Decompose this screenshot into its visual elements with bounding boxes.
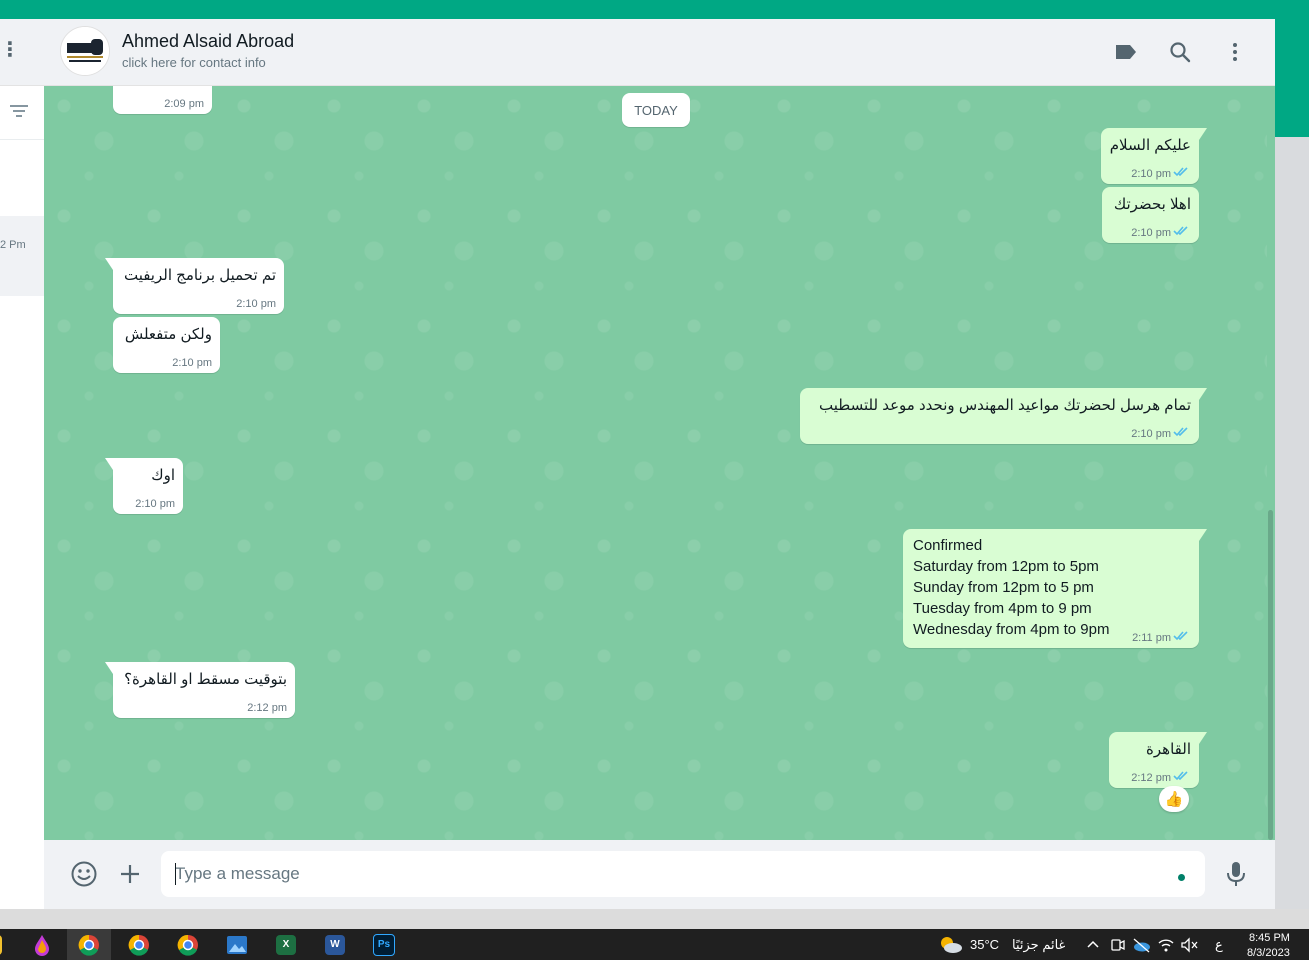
message-time: 2:10 pm: [172, 357, 212, 369]
grammar-indicator-icon: [1178, 874, 1185, 881]
message-time: 2:12 pm: [247, 702, 287, 714]
menu-icon[interactable]: [1222, 39, 1248, 65]
wifi-icon[interactable]: [1157, 937, 1175, 953]
meet-now-icon[interactable]: [1110, 937, 1126, 953]
message-bubble-incoming[interactable]: تم تحميل برنامج الريفيت 2:10 pm: [105, 258, 284, 314]
top-accent-bar: [0, 0, 1309, 19]
date-divider: TODAY: [622, 93, 690, 127]
message-bubble-outgoing[interactable]: Confirmed Saturday from 12pm to 5pm Sund…: [903, 529, 1207, 648]
clock-time[interactable]: 8:45 PM: [1249, 932, 1290, 944]
message-text: ولكن متفعلش: [124, 326, 212, 343]
mic-icon[interactable]: [1221, 859, 1251, 889]
weather-description[interactable]: غائم جزئيًا: [1012, 937, 1065, 953]
avatar[interactable]: [60, 26, 110, 76]
taskbar-app-file-explorer[interactable]: [0, 929, 14, 960]
message-bubble-incoming[interactable]: اوك 2:10 pm: [105, 458, 183, 514]
read-ticks-icon: [1173, 631, 1188, 641]
message-text: تمام هرسل لحضرتك مواعيد المهندس ونحدد مو…: [819, 397, 1191, 414]
chat-list-sidebar: ⋮ 2 Pm: [0, 19, 45, 909]
message-line: Sunday from 12pm to 5 pm: [913, 579, 1094, 596]
message-bubble-outgoing[interactable]: القاهرة 2:12 pm: [1109, 732, 1207, 788]
message-input[interactable]: [161, 851, 1205, 897]
search-icon[interactable]: [1167, 39, 1193, 65]
read-ticks-icon: [1173, 771, 1188, 781]
message-pane[interactable]: TODAY 2:09 pm عليكم السلام 2:10 pm اهلا …: [44, 86, 1267, 840]
taskbar-app-excel[interactable]: X: [264, 929, 308, 960]
message-time: 2:10 pm: [236, 298, 276, 310]
chat-list-item-selected[interactable]: [0, 216, 44, 296]
message-line: Saturday from 12pm to 5pm: [913, 558, 1099, 575]
message-bubble-outgoing[interactable]: اهلا بحضرتك 2:10 pm: [1102, 187, 1199, 243]
message-line: Wednesday from 4pm to 9pm: [913, 621, 1110, 638]
text-caret: [175, 863, 176, 885]
message-time: 2:10 pm: [1131, 168, 1171, 180]
emoji-icon[interactable]: [69, 859, 99, 889]
sidebar-header: ⋮: [0, 19, 44, 86]
composer-bar: [44, 840, 1275, 909]
message-text: عليكم السلام: [1109, 137, 1191, 154]
message-time: 2:11 pm: [1132, 632, 1171, 644]
show-hidden-icons-icon[interactable]: [1086, 939, 1100, 949]
taskbar-app-chrome-profile-2[interactable]: [166, 929, 210, 960]
message-bubble-incoming[interactable]: ولكن متفعلش 2:10 pm: [113, 317, 220, 373]
contact-info-hint[interactable]: click here for contact info: [122, 55, 266, 70]
right-accent-strip: [1275, 19, 1309, 137]
plus-icon[interactable]: [115, 859, 145, 889]
taskbar-app-chrome[interactable]: [67, 929, 111, 960]
contact-name[interactable]: Ahmed Alsaid Abroad: [122, 31, 294, 52]
read-ticks-icon: [1173, 226, 1188, 236]
message-line: Tuesday from 4pm to 9 pm: [913, 600, 1092, 617]
taskbar-app-photos[interactable]: [215, 929, 259, 960]
message-bubble-incoming[interactable]: 2:09 pm: [113, 86, 212, 114]
conversation-header[interactable]: Ahmed Alsaid Abroad click here for conta…: [44, 19, 1275, 86]
filter-icon[interactable]: [8, 103, 30, 119]
message-time: 2:10 pm: [1131, 227, 1171, 239]
message-text: القاهرة: [1146, 741, 1191, 758]
message-time: 2:09 pm: [164, 98, 204, 110]
windows-taskbar: X W Ps 35°C غائم جزئيًا ع 8:45 PM 8/3/20…: [0, 929, 1309, 960]
taskbar-app-chrome-profile-1[interactable]: [117, 929, 161, 960]
read-ticks-icon: [1173, 427, 1188, 437]
weather-partly-cloudy-icon[interactable]: [938, 935, 964, 955]
taskbar-app-photoshop[interactable]: Ps: [362, 929, 406, 960]
message-text: تم تحميل برنامج الريفيت: [123, 267, 276, 284]
volume-muted-icon[interactable]: [1180, 937, 1198, 953]
sidebar-divider: [0, 139, 44, 140]
message-bubble-outgoing[interactable]: عليكم السلام 2:10 pm: [1101, 128, 1207, 184]
clock-date[interactable]: 8/3/2023: [1247, 947, 1290, 959]
input-language[interactable]: ع: [1215, 937, 1223, 953]
message-time: 2:10 pm: [1131, 428, 1171, 440]
weather-temperature[interactable]: 35°C: [970, 937, 999, 952]
message-reaction[interactable]: 👍: [1159, 786, 1189, 812]
taskbar-app-paint[interactable]: [20, 929, 64, 960]
message-text: اوك: [151, 467, 175, 484]
message-bubble-outgoing[interactable]: تمام هرسل لحضرتك مواعيد المهندس ونحدد مو…: [800, 388, 1207, 444]
taskbar-app-word[interactable]: W: [313, 929, 357, 960]
right-background-strip: [1275, 137, 1309, 909]
message-time: 2:12 pm: [1131, 772, 1171, 784]
label-icon[interactable]: [1113, 39, 1139, 65]
message-text: اهلا بحضرتك: [1113, 196, 1191, 213]
chat-list-item-time: 2 Pm: [0, 239, 26, 251]
dots-vertical-icon[interactable]: ⋮: [0, 39, 20, 61]
message-time: 2:10 pm: [135, 498, 175, 510]
scrollbar-thumb[interactable]: [1268, 510, 1273, 840]
message-text: بتوقيت مسقط او القاهرة؟: [124, 671, 287, 688]
message-bubble-incoming[interactable]: بتوقيت مسقط او القاهرة؟ 2:12 pm: [105, 662, 295, 718]
avatar-logo: [61, 27, 109, 75]
read-ticks-icon: [1173, 167, 1188, 177]
message-line: Confirmed: [913, 537, 983, 554]
onedrive-icon[interactable]: [1131, 937, 1151, 953]
